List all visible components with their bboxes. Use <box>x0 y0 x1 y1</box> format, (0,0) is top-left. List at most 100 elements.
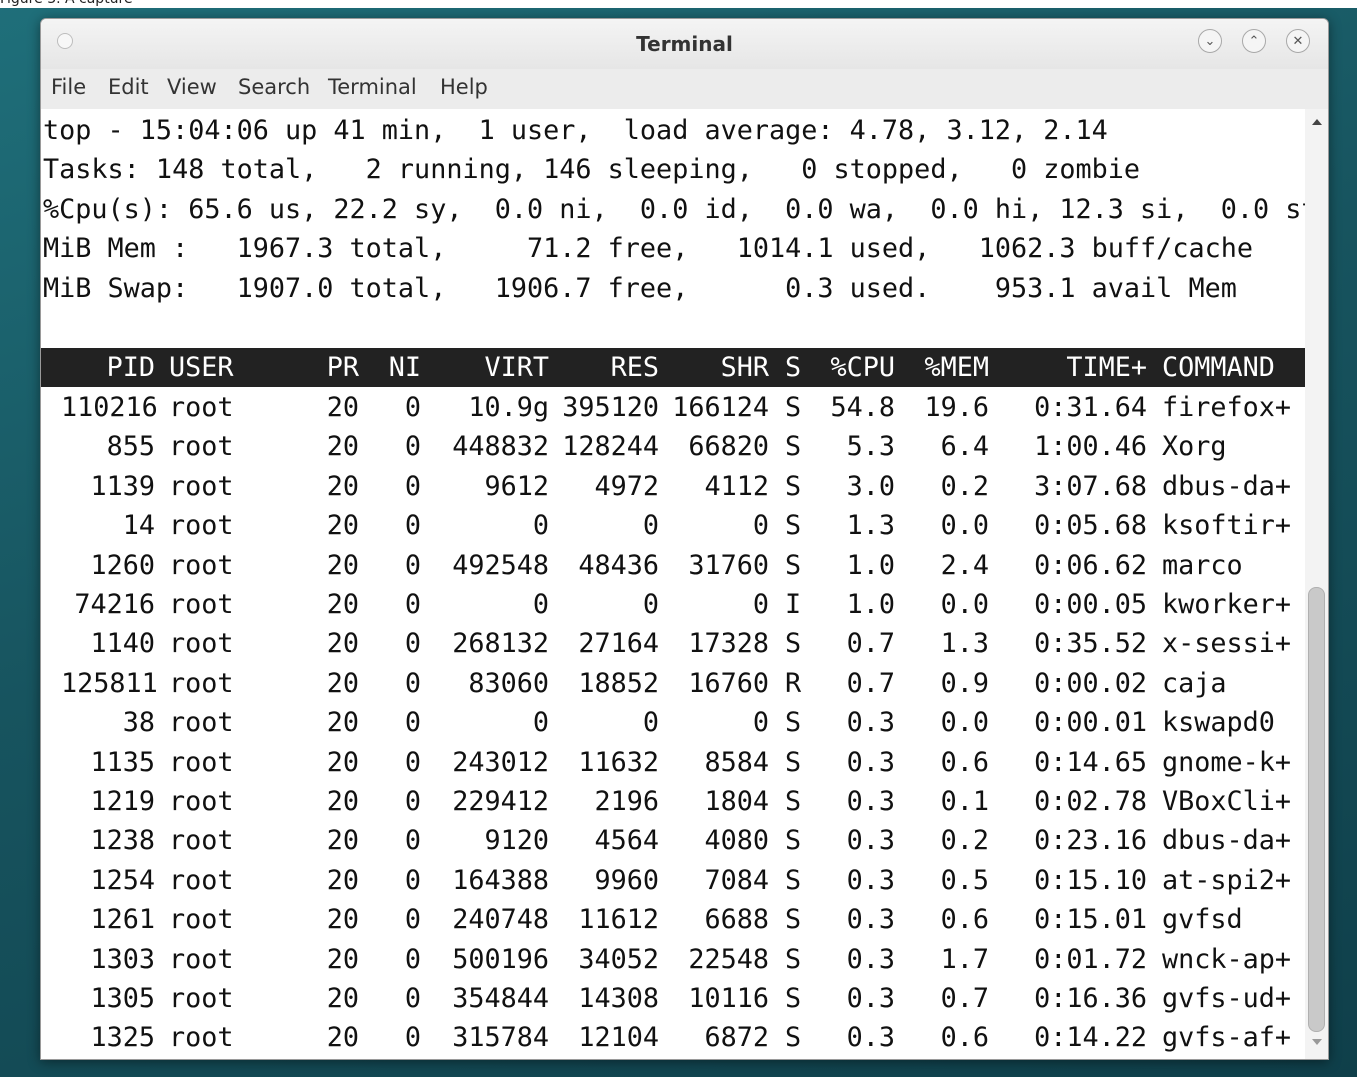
cell-cpu: 0.3 <box>846 707 895 739</box>
cell-cpu: 1.0 <box>846 549 895 581</box>
cell-state: R <box>785 667 802 699</box>
cell-res: 0 <box>642 510 659 542</box>
cell-mem: 0.0 <box>940 707 989 739</box>
close-button[interactable]: ✕ <box>1286 29 1310 53</box>
cell-virt: 83060 <box>468 667 549 699</box>
header-user: USER <box>169 352 234 383</box>
cell-shr: 6688 <box>704 904 769 936</box>
maximize-button[interactable]: ⌃ <box>1242 29 1266 53</box>
menu-help[interactable]: Help <box>440 75 488 99</box>
cell-res: 395120 <box>562 392 659 423</box>
cell-user: root <box>169 746 234 778</box>
cell-mem: 0.7 <box>940 983 989 1014</box>
cell-res: 12104 <box>578 1022 659 1054</box>
summary-swap: MiB Swap: 1907.0 total, 1906.7 free, 0.3… <box>43 273 1237 304</box>
cell-ni: 0 <box>404 667 421 699</box>
cell-pr: 20 <box>326 470 359 502</box>
header-pid: PID <box>106 352 155 383</box>
scroll-up-icon[interactable] <box>1312 119 1322 125</box>
cell-virt: 268132 <box>452 628 549 660</box>
cell-shr: 6872 <box>704 1022 769 1054</box>
cell-pid: 1254 <box>90 864 155 896</box>
cell-cpu: 0.3 <box>846 746 895 778</box>
cell-cpu: 54.8 <box>830 392 895 423</box>
menu-edit[interactable]: Edit <box>108 75 149 99</box>
cell-ni: 0 <box>404 589 421 620</box>
cell-cpu: 1.0 <box>846 589 895 620</box>
cell-command: gnome-k+ <box>1162 746 1292 778</box>
cell-virt: 243012 <box>452 746 549 778</box>
cell-res: 0 <box>642 589 659 620</box>
cell-user: root <box>169 589 234 620</box>
scrollbar-thumb[interactable] <box>1308 587 1325 1032</box>
process-row: 110216 root 20 0 10.9g 395120 166124 S 54.8 19.6 0… <box>41 388 1305 428</box>
cell-pr: 20 <box>326 707 359 739</box>
process-row: 1305 root 20 0 354844 14308 10116 S 0.3 0.7 0:16.3… <box>41 979 1305 1019</box>
cell-time: 0:00.02 <box>1034 667 1147 699</box>
cell-ni: 0 <box>404 983 421 1014</box>
cell-user: root <box>169 431 234 463</box>
process-row: 1238 root 20 0 9120 4564 4080 S 0.3 0.2 0:23.16 dbu… <box>41 821 1305 861</box>
cell-command: dbus-da+ <box>1162 825 1292 857</box>
summary-uptime: top - 15:04:06 up 41 min, 1 user, load a… <box>43 115 1108 146</box>
cell-ni: 0 <box>404 431 421 463</box>
cell-shr: 166124 <box>672 392 769 423</box>
cell-time: 0:16.36 <box>1034 983 1147 1014</box>
cell-state: S <box>785 943 802 975</box>
cell-mem: 0.2 <box>940 470 989 502</box>
cell-virt: 500196 <box>452 943 549 975</box>
cell-virt: 0 <box>532 589 549 620</box>
cell-res: 27164 <box>578 628 659 660</box>
cell-mem: 0.6 <box>940 746 989 778</box>
cell-cpu: 0.3 <box>846 943 895 975</box>
cell-state: S <box>785 786 802 817</box>
cell-res: 4564 <box>594 825 659 857</box>
menu-file[interactable]: File <box>51 75 86 99</box>
terminal-output[interactable]: top - 15:04:06 up 41 min, 1 user, load a… <box>41 109 1318 1059</box>
cell-pr: 20 <box>326 825 359 857</box>
cell-mem: 0.0 <box>940 589 989 620</box>
process-row: 1219 root 20 0 229412 2196 1804 S 0.3 0.1 0:02.78 V… <box>41 782 1305 822</box>
cell-virt: 315784 <box>452 1022 549 1054</box>
cell-cpu: 5.3 <box>846 431 895 463</box>
cell-command: gvfsd <box>1162 904 1243 936</box>
minimize-button[interactable]: ⌄ <box>1198 29 1222 53</box>
menu-search[interactable]: Search <box>238 75 310 99</box>
cell-shr: 22548 <box>688 943 769 975</box>
menu-terminal[interactable]: Terminal <box>328 75 417 99</box>
cell-shr: 4112 <box>704 470 769 502</box>
cell-pr: 20 <box>326 1022 359 1054</box>
cell-pr: 20 <box>326 510 359 542</box>
cell-time: 0:00.05 <box>1034 589 1147 620</box>
title-bar[interactable]: Terminal ⌄ ⌃ ✕ <box>41 19 1328 69</box>
process-row: 1303 root 20 0 500196 34052 22548 S 0.3 1.7 0:01.7… <box>41 940 1305 980</box>
cell-user: root <box>169 1022 234 1054</box>
cell-user: root <box>169 392 234 423</box>
cell-time: 0:31.64 <box>1034 392 1147 423</box>
cell-command: kswapd0 <box>1162 707 1275 739</box>
cell-cpu: 0.3 <box>846 864 895 896</box>
menu-view[interactable]: View <box>167 75 217 99</box>
cell-state: S <box>785 746 802 778</box>
cell-time: 0:14.22 <box>1034 1022 1147 1054</box>
header-cpu: %CPU <box>830 352 895 383</box>
header-shr: SHR <box>720 352 769 383</box>
cell-res: 0 <box>642 707 659 739</box>
cell-state: S <box>785 707 802 739</box>
cell-virt: 229412 <box>452 786 549 817</box>
cell-virt: 9120 <box>484 825 549 857</box>
summary-mem: MiB Mem : 1967.3 total, 71.2 free, 1014.… <box>43 233 1253 264</box>
cell-pid: 1260 <box>90 549 155 581</box>
cell-pid: 1140 <box>90 628 155 660</box>
cell-mem: 0.2 <box>940 825 989 857</box>
cell-mem: 0.9 <box>940 667 989 699</box>
cell-mem: 0.0 <box>940 510 989 542</box>
scroll-down-icon[interactable] <box>1312 1039 1322 1045</box>
cell-res: 4972 <box>594 470 659 502</box>
cell-user: root <box>169 470 234 502</box>
cell-cpu: 0.3 <box>846 786 895 817</box>
cell-user: root <box>169 825 234 857</box>
vertical-scrollbar[interactable] <box>1305 109 1328 1059</box>
cell-virt: 354844 <box>452 983 549 1014</box>
cell-shr: 17328 <box>688 628 769 660</box>
